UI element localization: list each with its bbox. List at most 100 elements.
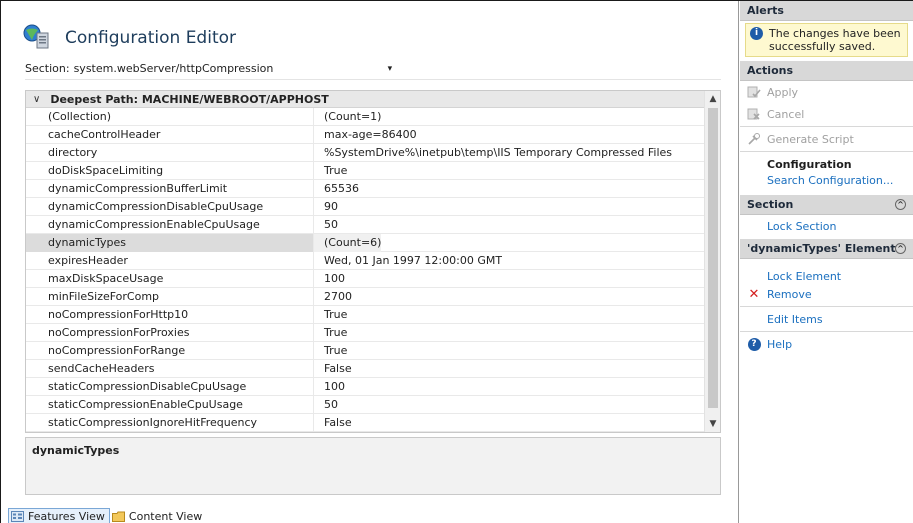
property-grid: ∨ Deepest Path: MACHINE/WEBROOT/APPHOST … [25, 90, 721, 433]
property-name: dynamicCompressionEnableCpuUsage [26, 215, 314, 234]
scroll-down-icon[interactable]: ▼ [705, 416, 721, 432]
edit-items-link[interactable]: Edit Items [740, 308, 913, 330]
description-panel: dynamicTypes [25, 437, 721, 495]
table-row[interactable]: sendCacheHeaders False [26, 359, 705, 378]
table-row[interactable]: staticCompressionIgnoreHitFrequency False [26, 413, 705, 432]
table-row[interactable]: dynamicCompressionBufferLimit 65536 [26, 179, 705, 198]
property-name: expiresHeader [26, 251, 314, 270]
section-selector: Section: system.webServer/httpCompressio… [25, 58, 721, 80]
property-value[interactable]: (Count=6) [314, 233, 382, 252]
deepest-path-label: Deepest Path: MACHINE/WEBROOT/APPHOST [50, 92, 329, 106]
page-title: Configuration Editor [65, 28, 237, 48]
table-row[interactable]: noCompressionForHttp10 True [26, 305, 705, 324]
table-row[interactable]: maxDiskSpaceUsage 100 [26, 269, 705, 288]
divider [740, 331, 913, 332]
features-view-icon [11, 510, 24, 522]
table-row[interactable]: minFileSizeForComp 2700 [26, 287, 705, 306]
property-value[interactable]: True [314, 342, 347, 360]
property-value[interactable]: 65536 [314, 180, 359, 198]
tab-features-view[interactable]: Features View [8, 508, 110, 523]
divider [740, 306, 913, 307]
property-value[interactable]: 100 [314, 378, 345, 396]
property-name: minFileSizeForComp [26, 287, 314, 306]
chevron-down-icon[interactable]: ▾ [388, 64, 393, 74]
apply-action[interactable]: Apply [740, 81, 913, 103]
element-header: 'dynamicTypes' Element ^ [740, 239, 913, 259]
main-pane: Configuration Editor Section: system.web… [1, 1, 739, 523]
table-row[interactable]: (Collection) (Count=1) [26, 107, 705, 126]
table-row[interactable]: staticCompressionDisableCpuUsage 100 [26, 377, 705, 396]
table-row[interactable]: directory %SystemDrive%\inetpub\temp\IIS … [26, 143, 705, 162]
property-value[interactable]: max-age=86400 [314, 126, 417, 144]
divider [740, 151, 913, 152]
scroll-thumb[interactable] [708, 108, 718, 408]
property-value[interactable]: True [314, 162, 347, 180]
property-name: cacheControlHeader [26, 125, 314, 144]
scroll-up-icon[interactable]: ▲ [705, 91, 721, 107]
property-value[interactable]: 50 [314, 396, 338, 414]
table-row[interactable]: dynamicCompressionDisableCpuUsage 90 [26, 197, 705, 216]
lock-section-link[interactable]: Lock Section [740, 215, 913, 237]
actions-header: Actions [740, 61, 913, 81]
view-tabs: Features View Content View [8, 508, 206, 523]
table-row[interactable]: dynamicTypes (Count=6) [26, 233, 705, 252]
collapse-chevron-icon[interactable]: ∨ [33, 94, 40, 105]
table-row[interactable]: cacheControlHeader max-age=86400 [26, 125, 705, 144]
property-name: sendCacheHeaders [26, 359, 314, 378]
property-value[interactable]: 50 [314, 216, 338, 234]
property-name: directory [26, 143, 314, 162]
divider [740, 126, 913, 127]
property-name: noCompressionForProxies [26, 323, 314, 342]
help-action[interactable]: ? Help [740, 333, 913, 355]
property-name: maxDiskSpaceUsage [26, 269, 314, 288]
help-icon: ? [747, 337, 761, 351]
info-icon: i [750, 27, 763, 40]
cancel-icon [747, 107, 761, 121]
property-name: staticCompressionIgnoreHitFrequency [26, 413, 314, 432]
collapse-section-icon[interactable]: ^ [895, 199, 906, 210]
search-configuration-link[interactable]: Search Configuration... [740, 169, 913, 191]
description-title: dynamicTypes [32, 444, 120, 457]
apply-icon [747, 85, 761, 99]
vertical-scrollbar[interactable]: ▲ ▼ [704, 91, 720, 432]
property-value[interactable]: Wed, 01 Jan 1997 12:00:00 GMT [314, 252, 502, 270]
property-value[interactable]: 2700 [314, 288, 352, 306]
property-name: staticCompressionDisableCpuUsage [26, 377, 314, 396]
collapse-element-icon[interactable]: ^ [895, 243, 906, 254]
remove-icon: ✕ [748, 286, 760, 302]
section-label: Section: [25, 62, 70, 75]
property-name: staticCompressionEnableCpuUsage [26, 395, 314, 414]
table-row[interactable]: staticCompressionEnableCpuUsage 50 [26, 395, 705, 414]
property-value[interactable]: (Count=1) [314, 108, 381, 126]
table-row[interactable]: expiresHeader Wed, 01 Jan 1997 12:00:00 G… [26, 251, 705, 270]
table-row[interactable]: doDiskSpaceLimiting True [26, 161, 705, 180]
property-value[interactable]: True [314, 306, 347, 324]
alerts-header: Alerts [740, 1, 913, 21]
editor-header: Configuration Editor [23, 21, 236, 55]
generate-script-icon [747, 132, 761, 146]
actions-pane: Alerts i The changes have been successfu… [740, 1, 913, 523]
property-value[interactable]: %SystemDrive%\inetpub\temp\IIS Temporary… [314, 144, 672, 162]
section-dropdown[interactable]: system.webServer/httpCompression [74, 62, 352, 75]
remove-action[interactable]: ✕ Remove [740, 283, 913, 305]
table-row[interactable]: noCompressionForProxies True [26, 323, 705, 342]
property-rows: (Collection) (Count=1) cacheControlHeader m… [26, 107, 705, 432]
property-name: doDiskSpaceLimiting [26, 161, 314, 180]
table-row[interactable]: dynamicCompressionEnableCpuUsage 50 [26, 215, 705, 234]
grid-group-header[interactable]: ∨ Deepest Path: MACHINE/WEBROOT/APPHOST [26, 91, 720, 108]
property-value[interactable]: False [314, 414, 352, 432]
section-header: Section ^ [740, 195, 913, 215]
cancel-action[interactable]: Cancel [740, 103, 913, 125]
features-view-label: Features View [28, 509, 105, 523]
generate-script-action[interactable]: Generate Script [740, 128, 913, 150]
property-value[interactable]: False [314, 360, 352, 378]
property-name: dynamicCompressionBufferLimit [26, 179, 314, 198]
property-name: noCompressionForHttp10 [26, 305, 314, 324]
alert-success: i The changes have been successfully sav… [745, 23, 908, 57]
property-name: noCompressionForRange [26, 341, 314, 360]
property-value[interactable]: True [314, 324, 347, 342]
tab-content-view[interactable]: Content View [110, 508, 206, 523]
property-value[interactable]: 90 [314, 198, 338, 216]
property-value[interactable]: 100 [314, 270, 345, 288]
table-row[interactable]: noCompressionForRange True [26, 341, 705, 360]
